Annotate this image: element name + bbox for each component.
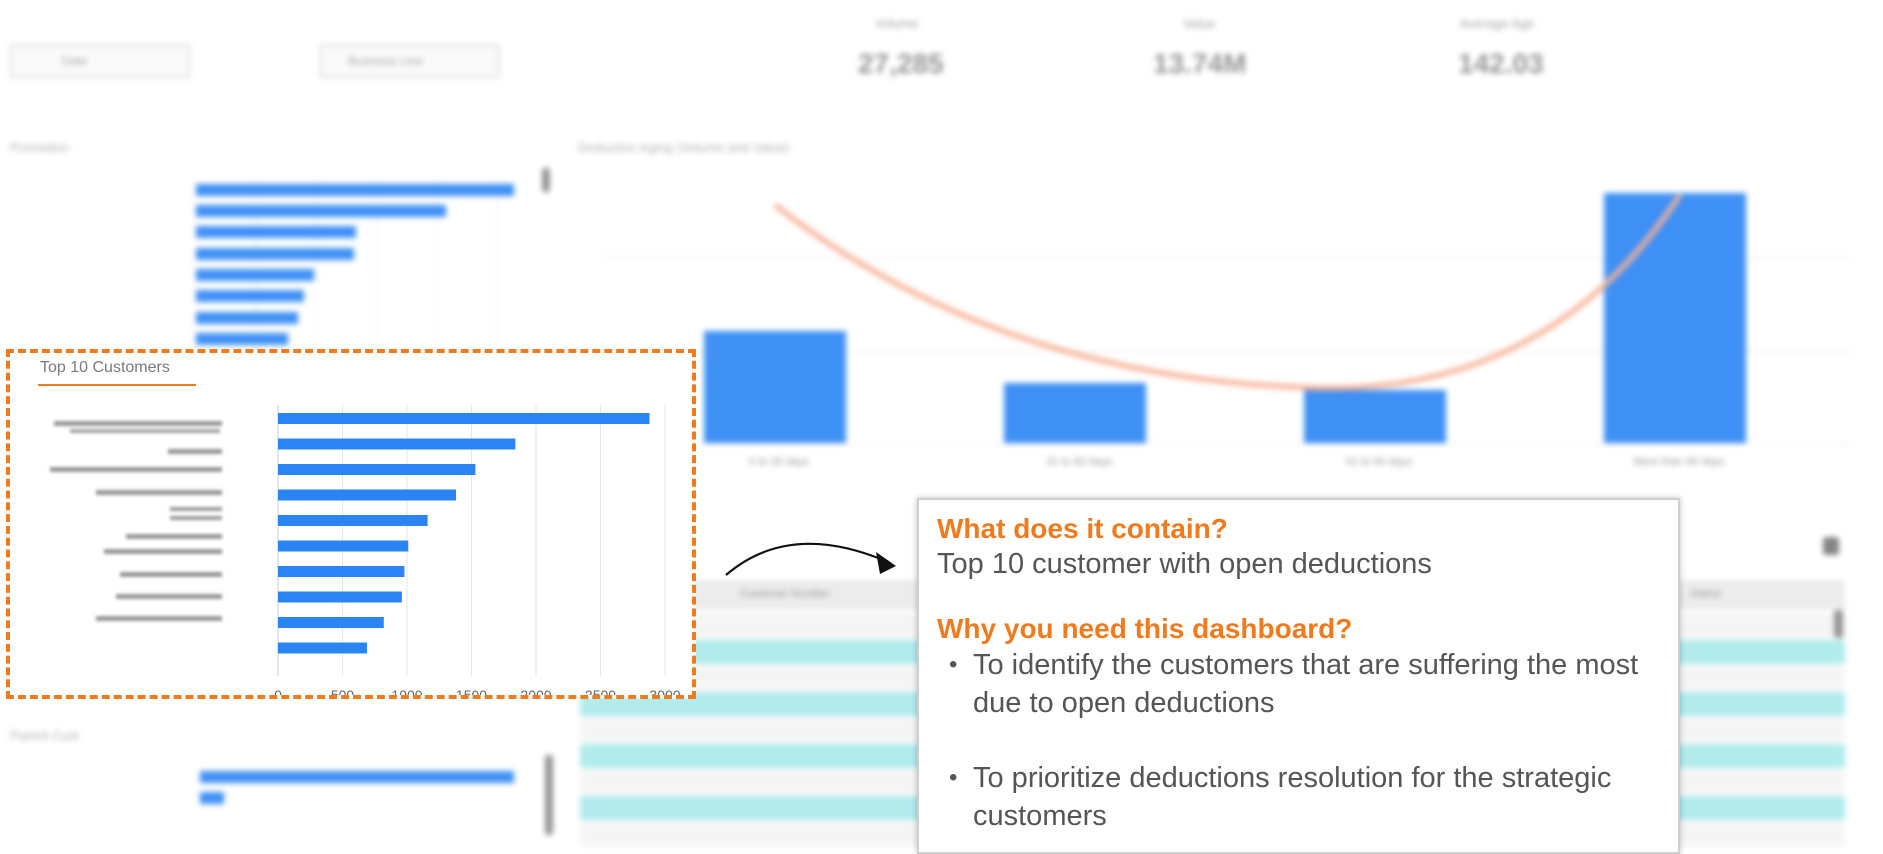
customer-bar[interactable] bbox=[278, 515, 428, 526]
blurred-category-label bbox=[116, 594, 222, 599]
blurred-category-label bbox=[170, 516, 222, 520]
blurred-category-label bbox=[96, 616, 222, 621]
blurred-category-label bbox=[96, 490, 222, 495]
x-tick-label: 2000 bbox=[520, 687, 551, 695]
info-bullet-list: To identify the customers that are suffe… bbox=[937, 646, 1660, 835]
parent-scrollbar[interactable] bbox=[545, 755, 553, 835]
table-scrollbar[interactable] bbox=[1834, 610, 1843, 638]
blurred-category-label bbox=[70, 429, 220, 433]
customer-bar[interactable] bbox=[278, 438, 516, 450]
x-tick-label: 2500 bbox=[585, 687, 616, 695]
info-callout: What does it contain? Top 10 customer wi… bbox=[917, 498, 1680, 854]
x-tick-label: 500 bbox=[331, 687, 355, 695]
blurred-category-label bbox=[104, 549, 222, 554]
aging-category-label: 61 to 90 days bbox=[1345, 456, 1413, 468]
info-contents-text: Top 10 customer with open deductions bbox=[937, 548, 1432, 580]
aging-category-label: More than 90 days bbox=[1633, 456, 1725, 468]
blurred-category-label bbox=[50, 467, 222, 472]
aging-category-label: 0 to 30 days bbox=[749, 456, 809, 468]
info-bullet: To prioritize deductions resolution for … bbox=[949, 759, 1660, 835]
info-heading-contents: What does it contain? bbox=[937, 513, 1228, 544]
info-bullet: To identify the customers that are suffe… bbox=[949, 646, 1660, 722]
parent-bar bbox=[200, 771, 514, 783]
blurred-category-label bbox=[168, 449, 222, 454]
info-heading-why: Why you need this dashboard? bbox=[937, 613, 1353, 644]
callout-arrow bbox=[725, 542, 896, 576]
blurred-category-label bbox=[170, 507, 222, 511]
export-icon[interactable] bbox=[1823, 537, 1839, 555]
customer-bar[interactable] bbox=[278, 566, 405, 577]
x-tick-label: 0 bbox=[274, 687, 282, 695]
blurred-category-label bbox=[120, 572, 222, 577]
top-customers-card: Top 10 Customers 0 500 1000 1500 2000 2500 300… bbox=[6, 349, 696, 699]
customer-bar[interactable] bbox=[278, 489, 457, 501]
blurred-category-label bbox=[54, 421, 222, 426]
x-tick-label: 3000 bbox=[649, 687, 680, 695]
parent-bar bbox=[200, 792, 224, 804]
customer-bar[interactable] bbox=[278, 642, 368, 654]
customer-bar[interactable] bbox=[278, 617, 384, 628]
x-tick-label: 1000 bbox=[391, 687, 422, 695]
customer-bar[interactable] bbox=[278, 591, 402, 603]
customer-bar[interactable] bbox=[278, 464, 476, 475]
aging-category-label: 31 to 60 days bbox=[1045, 456, 1113, 468]
top-customers-chart: 0 500 1000 1500 2000 2500 3000 bbox=[50, 405, 681, 695]
customer-bar[interactable] bbox=[278, 540, 409, 552]
customer-bar[interactable] bbox=[278, 413, 650, 424]
table-header-status[interactable]: Status bbox=[1690, 588, 1721, 600]
x-tick-label: 1500 bbox=[456, 687, 487, 695]
blurred-category-label bbox=[126, 534, 222, 539]
